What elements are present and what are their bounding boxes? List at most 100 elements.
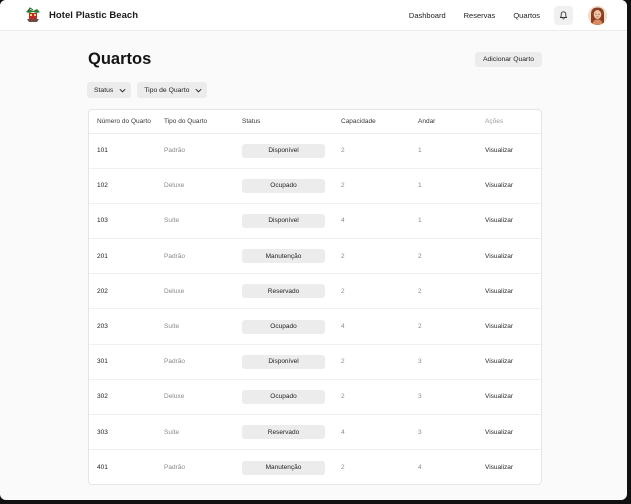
room-type: Padrão bbox=[164, 464, 185, 472]
status-cell: Disponível bbox=[242, 203, 341, 240]
room-type: Deluxe bbox=[164, 273, 242, 310]
status-filter-label: Status bbox=[94, 86, 114, 94]
table-row[interactable]: 101 Padrão Disponível 2 1 Visualizar bbox=[89, 133, 541, 169]
room-number: 301 bbox=[89, 344, 164, 380]
table-row[interactable]: 302 Deluxe Ocupado 2 3 Visualizar bbox=[89, 379, 541, 416]
status-cell: Disponível bbox=[242, 344, 341, 380]
top-navbar: Hotel Plastic Beach Dashboard Reservas Q… bbox=[0, 0, 627, 31]
view-room-link[interactable]: Visualizar bbox=[485, 217, 513, 224]
col-capacity[interactable]: Capacidade bbox=[341, 110, 418, 134]
status-badge: Reservado bbox=[242, 425, 325, 440]
room-floor: 2 bbox=[418, 238, 485, 275]
chevron-down-icon bbox=[195, 88, 202, 92]
room-number: 201 bbox=[89, 238, 164, 275]
avatar[interactable] bbox=[588, 5, 607, 25]
table-row[interactable]: 102 Deluxe Ocupado 2 1 Visualizar bbox=[89, 168, 541, 204]
room-number: 102 bbox=[89, 168, 164, 204]
actions-cell: Visualizar bbox=[485, 238, 541, 275]
rooms-table: Número do Quarto Tipo do Quarto Status C… bbox=[89, 110, 541, 484]
room-number: 303 bbox=[89, 414, 164, 451]
table-header-row: Número do Quarto Tipo do Quarto Status C… bbox=[89, 110, 541, 134]
col-status[interactable]: Status bbox=[242, 110, 341, 134]
room-floor: 1 bbox=[418, 168, 485, 204]
room-floor: 2 bbox=[418, 308, 485, 345]
actions-cell: Visualizar bbox=[485, 450, 541, 484]
col-actions: Ações bbox=[485, 110, 541, 134]
actions-cell: Visualizar bbox=[485, 168, 541, 204]
room-number: 203 bbox=[89, 308, 164, 345]
room-type: Deluxe bbox=[164, 168, 242, 204]
status-cell: Disponível bbox=[242, 133, 341, 169]
view-room-link[interactable]: Visualizar bbox=[485, 182, 513, 189]
status-badge: Ocupado bbox=[242, 389, 325, 404]
add-room-button[interactable]: Adicionar Quarto bbox=[474, 51, 542, 67]
app-window: Hotel Plastic Beach Dashboard Reservas Q… bbox=[0, 0, 627, 500]
view-room-link[interactable]: Visualizar bbox=[485, 429, 513, 436]
nav-quartos[interactable]: Quartos bbox=[513, 11, 540, 20]
room-type: Suíte bbox=[164, 203, 242, 240]
view-room-link[interactable]: Visualizar bbox=[485, 393, 513, 400]
actions-cell: Visualizar bbox=[485, 203, 541, 240]
room-type: Deluxe bbox=[164, 379, 242, 416]
room-type-filter[interactable]: Tipo de Quarto bbox=[137, 82, 208, 98]
status-badge: Ocupado bbox=[242, 178, 325, 193]
room-capacity: 4 bbox=[341, 203, 418, 240]
room-capacity: 2 bbox=[341, 273, 418, 310]
table-row[interactable]: 203 Suíte Ocupado 4 2 Visualizar bbox=[89, 308, 541, 345]
notifications-button[interactable] bbox=[554, 5, 573, 25]
view-room-link[interactable]: Visualizar bbox=[485, 323, 513, 330]
filters-bar: Status Tipo de Quarto bbox=[87, 82, 543, 98]
brand-name[interactable]: Hotel Plastic Beach bbox=[49, 10, 138, 21]
col-floor[interactable]: Andar bbox=[418, 110, 485, 134]
actions-cell: Visualizar bbox=[485, 308, 541, 345]
status-cell: Ocupado bbox=[242, 379, 341, 416]
table-row[interactable]: 201 Padrão Manutenção 2 2 Visualizar bbox=[89, 238, 541, 275]
room-type-filter-label: Tipo de Quarto bbox=[144, 86, 190, 94]
table-row[interactable]: 303 Suíte Reservado 4 3 Visualizar bbox=[89, 414, 541, 451]
room-capacity: 4 bbox=[341, 414, 418, 451]
view-room-link[interactable]: Visualizar bbox=[485, 253, 513, 260]
status-filter[interactable]: Status bbox=[87, 82, 132, 98]
status-badge: Manutenção bbox=[242, 249, 325, 264]
room-floor: 1 bbox=[418, 133, 485, 169]
table-row[interactable]: 103 Suíte Disponível 4 1 Visualizar bbox=[89, 203, 541, 240]
table-row[interactable]: 202 Deluxe Reservado 2 2 Visualizar bbox=[89, 273, 541, 310]
table-row[interactable]: 401 Padrão Manutenção 2 4 Visualizar bbox=[89, 450, 541, 484]
actions-cell: Visualizar bbox=[485, 344, 541, 380]
rooms-table-card: Número do Quarto Tipo do Quarto Status C… bbox=[88, 109, 542, 485]
status-badge: Disponível bbox=[242, 354, 325, 369]
status-badge: Manutenção bbox=[242, 460, 325, 475]
room-floor: 3 bbox=[418, 344, 485, 380]
room-capacity: 2 bbox=[341, 464, 345, 472]
room-number: 302 bbox=[89, 379, 164, 416]
room-type: Padrão bbox=[164, 133, 242, 169]
room-number: 103 bbox=[89, 203, 164, 240]
actions-cell: Visualizar bbox=[485, 133, 541, 169]
status-cell: Manutenção bbox=[242, 450, 341, 484]
view-room-link[interactable]: Visualizar bbox=[485, 147, 513, 154]
room-floor: 1 bbox=[418, 203, 485, 240]
col-room-type[interactable]: Tipo do Quarto bbox=[164, 110, 242, 134]
status-cell: Reservado bbox=[242, 414, 341, 451]
view-room-link[interactable]: Visualizar bbox=[485, 358, 513, 365]
room-capacity: 2 bbox=[341, 238, 418, 275]
actions-cell: Visualizar bbox=[485, 273, 541, 310]
room-floor: 2 bbox=[418, 273, 485, 310]
status-badge: Disponível bbox=[242, 143, 325, 158]
view-room-link[interactable]: Visualizar bbox=[485, 288, 513, 295]
nav-reservas[interactable]: Reservas bbox=[464, 11, 496, 20]
status-cell: Ocupado bbox=[242, 308, 341, 345]
chevron-down-icon bbox=[119, 88, 126, 92]
hotel-logo-icon[interactable] bbox=[24, 6, 42, 24]
view-room-link[interactable]: Visualizar bbox=[485, 464, 513, 471]
status-cell: Manutenção bbox=[242, 238, 341, 275]
main-content: Quartos Adicionar Quarto Status Tipo de … bbox=[87, 31, 543, 98]
nav-dashboard[interactable]: Dashboard bbox=[409, 11, 446, 20]
page-title: Quartos bbox=[88, 49, 152, 68]
room-number: 401 bbox=[97, 464, 108, 472]
col-room-number[interactable]: Número do Quarto bbox=[89, 110, 164, 134]
room-type: Padrão bbox=[164, 238, 242, 275]
room-floor: 4 bbox=[418, 464, 422, 472]
room-type: Suíte bbox=[164, 308, 242, 345]
table-row[interactable]: 301 Padrão Disponível 2 3 Visualizar bbox=[89, 344, 541, 380]
